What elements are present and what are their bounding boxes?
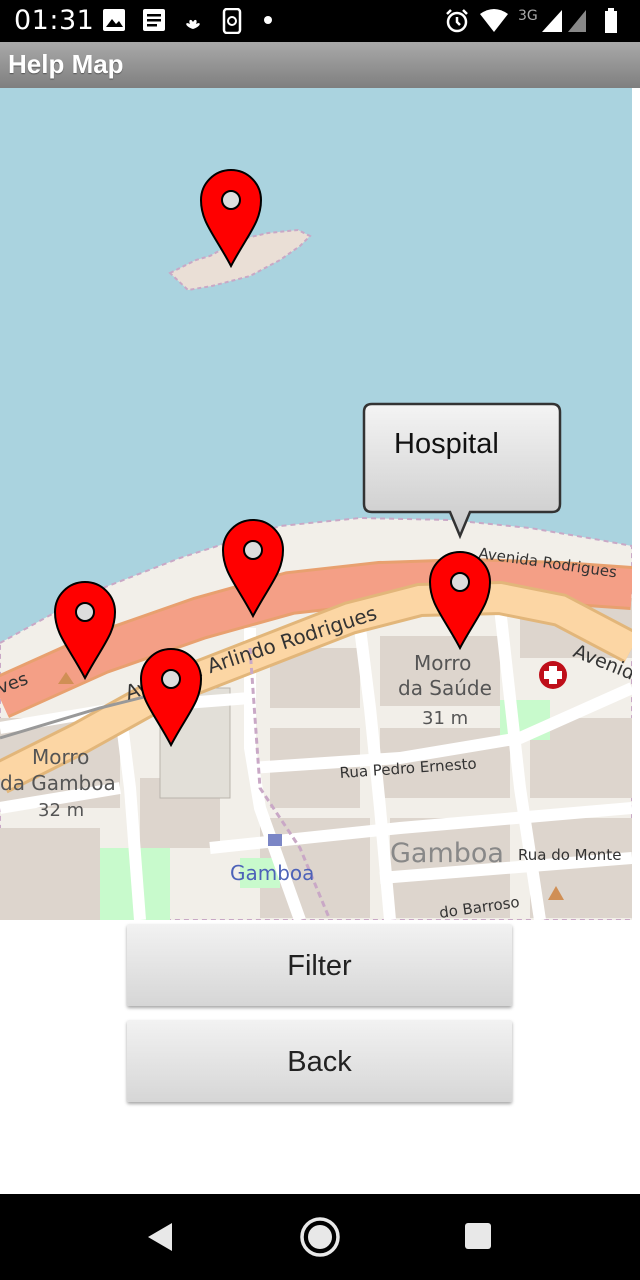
label-morro-saude: Morro [414, 651, 471, 675]
back-icon[interactable] [146, 1222, 174, 1252]
app-title: Help Map [8, 49, 124, 79]
battery-icon [605, 8, 617, 33]
label-morro-gamboa: Morro [32, 745, 89, 769]
signal-icon-2 [568, 10, 586, 32]
dot-icon [264, 16, 272, 24]
signal-icon [542, 10, 562, 32]
status-time: 01:31 [14, 5, 95, 36]
alarm-icon [446, 9, 468, 33]
recents-icon[interactable] [464, 1222, 492, 1250]
wifi-icon [480, 9, 508, 32]
image-icon [103, 9, 125, 31]
santander-icon [186, 10, 200, 29]
label-morro-gamboa-alt: 32 m [38, 800, 84, 821]
hospital-cross-h [544, 671, 562, 679]
label-gamboa-station: Gamboa [230, 861, 314, 885]
status-bar: 01:31 3G [0, 0, 640, 42]
map-view[interactable]: Avenida Rodrigues Avenida Arlindo Rodrig… [0, 88, 632, 920]
label-morro-saude-2: da Saúde [398, 676, 492, 700]
back-button[interactable]: Back [127, 1020, 512, 1102]
popup-title: Hospital [394, 428, 499, 460]
filter-button[interactable]: Filter [127, 924, 512, 1006]
home-icon[interactable] [299, 1216, 341, 1258]
label-rua-monte: Rua do Monte [518, 846, 621, 864]
network-type: 3G [518, 8, 538, 24]
map-canvas[interactable]: Avenida Rodrigues Avenida Arlindo Rodrig… [0, 88, 632, 920]
navigation-bar [0, 1194, 640, 1280]
label-morro-saude-alt: 31 m [422, 708, 468, 729]
station-icon [268, 834, 282, 846]
app-bar: Help Map [0, 42, 640, 88]
phone-sync-icon [222, 8, 242, 34]
news-icon [143, 9, 165, 31]
label-gamboa-area: Gamboa [390, 838, 504, 869]
label-morro-gamboa-2: da Gamboa [0, 771, 116, 795]
